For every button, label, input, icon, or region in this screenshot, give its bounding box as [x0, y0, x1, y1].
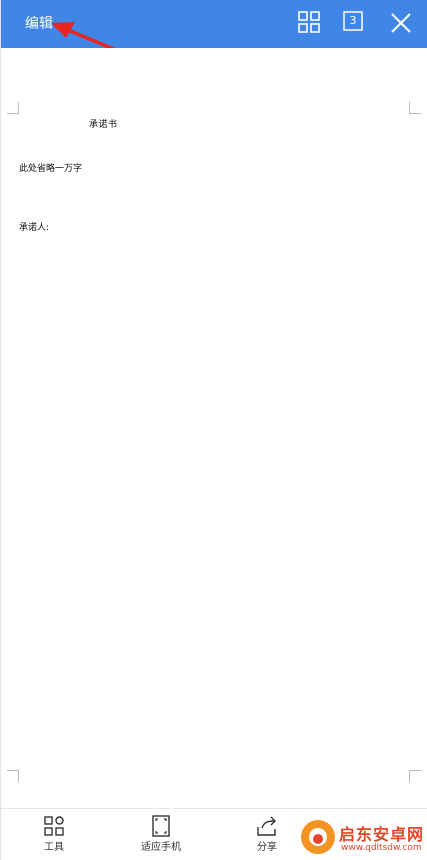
watermark-title: 启东安卓网 — [339, 825, 425, 844]
tools-button[interactable]: 工具 — [24, 815, 84, 854]
document-signature-line: 承诺人: — [19, 223, 50, 233]
document-page: 承诺书 此处省略一万字 承诺人: — [1, 48, 427, 808]
watermark-logo-icon — [301, 820, 335, 854]
share-label: 分享 — [257, 842, 277, 853]
page-corner-mark — [409, 102, 421, 114]
top-toolbar: 编辑 3 — [1, 0, 427, 48]
watermark-url: www.qdltsdw.com — [341, 843, 422, 853]
tools-label: 工具 — [44, 842, 64, 853]
edit-button[interactable]: 编辑 — [25, 14, 53, 34]
fit-phone-label: 适应手机 — [141, 842, 181, 853]
page-corner-mark — [409, 770, 421, 782]
page-corner-mark — [7, 102, 19, 114]
share-button[interactable]: 分享 — [237, 815, 297, 854]
fit-screen-icon — [152, 815, 170, 837]
watermark: 启东安卓网 www.qdltsdw.com — [301, 820, 427, 860]
page-corner-mark — [7, 770, 19, 782]
page-count-button[interactable]: 3 — [343, 11, 367, 35]
document-title: 承诺书 — [89, 120, 118, 130]
document-body-text: 此处省略一万字 — [19, 164, 83, 174]
share-icon — [257, 816, 276, 836]
close-icon[interactable] — [390, 12, 414, 36]
app-screen: 编辑 3 承诺书 此处省略一万字 承诺人: 工具 适应手机 分享 启东安卓网 w… — [0, 0, 427, 860]
tools-icon — [44, 816, 64, 836]
grid-view-icon[interactable] — [298, 11, 322, 35]
page-count-label: 3 — [349, 14, 357, 27]
fit-phone-button[interactable]: 适应手机 — [131, 815, 191, 854]
